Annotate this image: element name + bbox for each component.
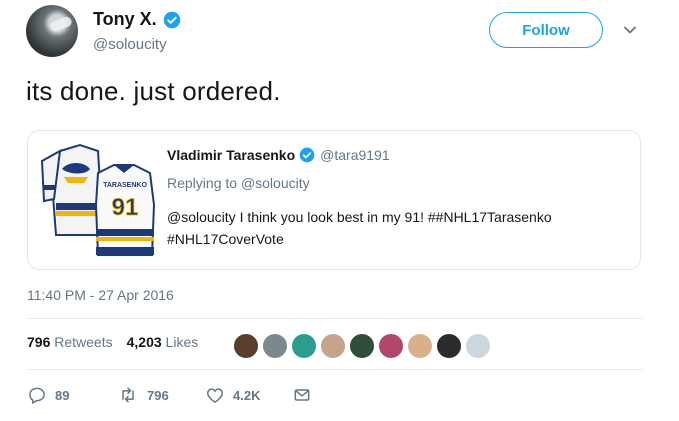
quoted-author-row[interactable]: Vladimir Tarasenko @tara9191 xyxy=(167,147,390,163)
jersey-name-text: TARASENKO xyxy=(103,182,147,189)
liker-avatar-9[interactable] xyxy=(465,333,491,359)
reply-count: 89 xyxy=(55,387,70,403)
likes-label: Likes xyxy=(165,334,199,350)
quoted-text-line-2: #NHL17CoverVote xyxy=(167,231,284,247)
tweet-actions: 89 796 4.2K xyxy=(27,385,320,405)
tweet-timestamp[interactable]: 11:40 PM - 27 Apr 2016 xyxy=(27,287,174,303)
chevron-down-icon[interactable] xyxy=(622,22,638,38)
envelope-icon xyxy=(294,389,310,401)
replying-to-mention-link[interactable]: @soloucity xyxy=(241,175,310,191)
quoted-text-line-1: @soloucity I think you look best in my 9… xyxy=(167,209,552,225)
verified-badge-icon xyxy=(299,147,315,163)
author-handle[interactable]: @soloucity xyxy=(93,36,167,53)
liker-avatar-3[interactable] xyxy=(291,333,317,359)
likes-count: 4,203 xyxy=(126,334,162,350)
replying-to-line: Replying to @soloucity xyxy=(167,175,310,191)
liker-avatar-8[interactable] xyxy=(436,333,462,359)
jersey-number-text: 91 xyxy=(112,194,139,221)
heart-icon xyxy=(206,388,224,403)
reply-action[interactable]: 89 xyxy=(27,385,117,405)
quoted-handle[interactable]: @tara9191 xyxy=(320,147,389,163)
tweet-stats: 796 Retweets 4,203 Likes xyxy=(27,334,198,350)
follow-button[interactable]: Follow xyxy=(489,12,603,48)
author-name-row[interactable]: Tony X. xyxy=(93,9,181,30)
jersey-image[interactable]: TARASENKO 91 xyxy=(40,143,156,259)
quoted-display-name[interactable]: Vladimir Tarasenko xyxy=(167,147,295,163)
likes-stat[interactable]: 4,203 Likes xyxy=(127,334,199,350)
divider xyxy=(27,318,643,319)
liker-avatar-4[interactable] xyxy=(320,333,346,359)
retweets-stat[interactable]: 796 Retweets xyxy=(27,334,113,350)
author-display-name[interactable]: Tony X. xyxy=(93,9,157,30)
liker-avatar-6[interactable] xyxy=(378,333,404,359)
retweets-count: 796 xyxy=(27,334,51,350)
tweet-text: its done. just ordered. xyxy=(26,76,281,106)
retweet-action[interactable]: 796 xyxy=(117,385,205,405)
liker-avatar-5[interactable] xyxy=(349,333,375,359)
liker-avatars xyxy=(233,333,491,359)
retweet-count: 796 xyxy=(147,387,169,403)
liker-avatar-7[interactable] xyxy=(407,333,433,359)
liker-avatar-1[interactable] xyxy=(233,333,259,359)
like-count: 4.2K xyxy=(233,387,261,403)
verified-badge-icon xyxy=(163,11,180,28)
quoted-tweet-text: @soloucity I think you look best in my 9… xyxy=(167,206,607,250)
author-avatar[interactable] xyxy=(26,5,78,57)
divider xyxy=(27,369,643,370)
liker-avatar-2[interactable] xyxy=(262,333,288,359)
replying-to-prefix: Replying to xyxy=(167,175,241,191)
reply-icon xyxy=(29,387,45,405)
retweets-label: Retweets xyxy=(54,334,113,350)
direct-message-action[interactable] xyxy=(292,385,320,405)
like-action[interactable]: 4.2K xyxy=(205,385,292,405)
retweet-icon xyxy=(122,387,134,403)
